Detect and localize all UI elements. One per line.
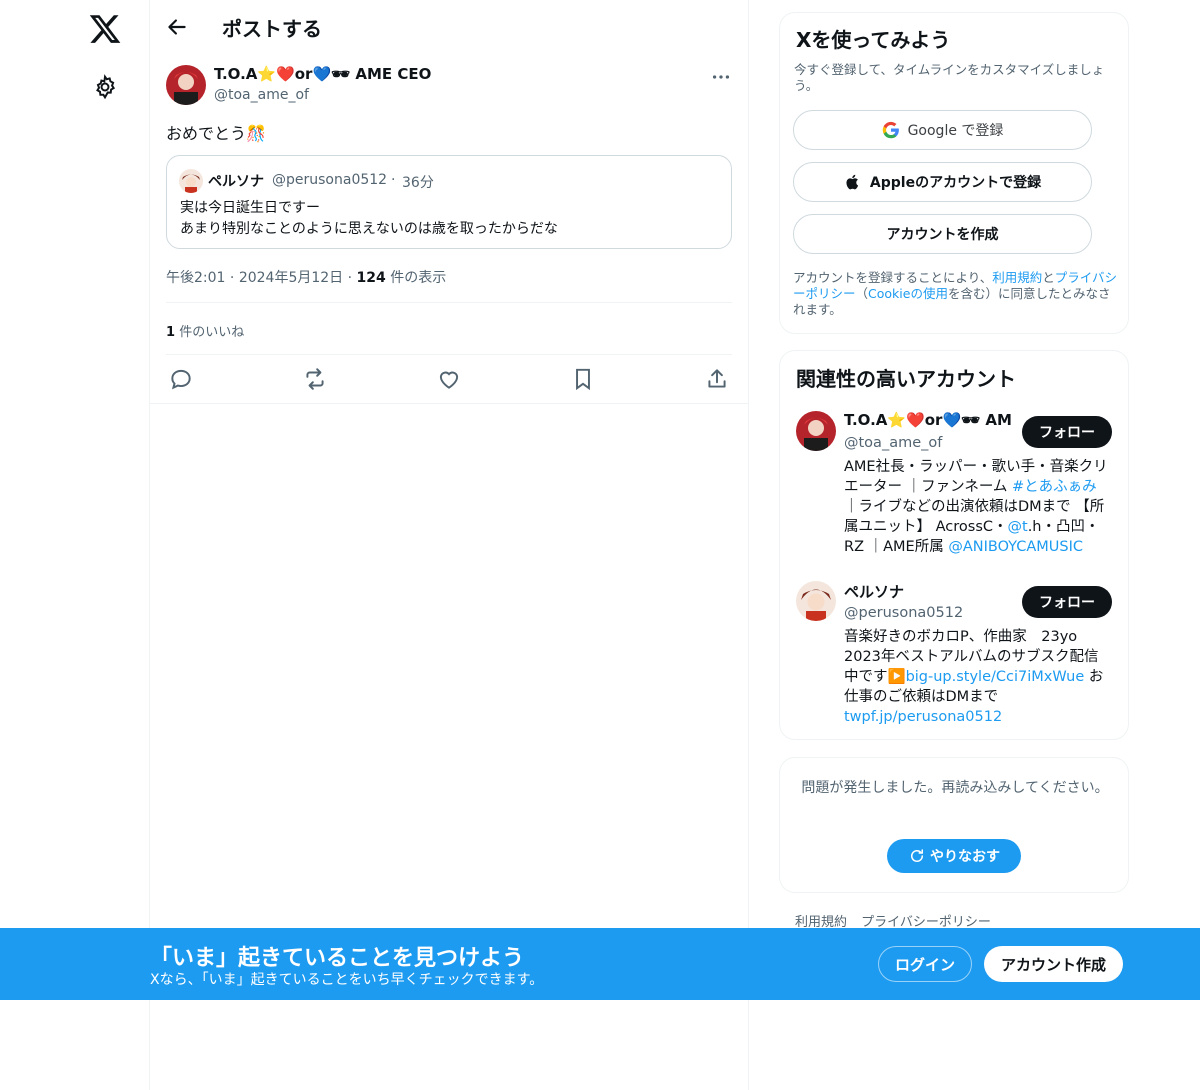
page-title: ポストする [222, 17, 322, 41]
create-account-label: アカウントを作成 [886, 227, 999, 243]
account-handle[interactable]: @perusona0512 [844, 605, 963, 621]
retry-button[interactable]: やりなおす [887, 839, 1021, 873]
separator: · [229, 270, 235, 286]
view-count: 124 [356, 270, 386, 286]
account-handle[interactable]: @toa_ame_of [844, 435, 942, 451]
share-icon[interactable] [704, 366, 730, 392]
signup-card: Xを使ってみよう 今すぐ登録して、タイムラインをカスタマイズしましょう。 Goo… [779, 12, 1129, 334]
post-meta: 午後2:01 · 2024年5月12日 · 124 件の表示 [166, 267, 446, 287]
signup-title: Xを使ってみよう [796, 28, 951, 52]
post-date[interactable]: 2024年5月12日 [239, 270, 343, 286]
apple-icon [846, 174, 859, 190]
bio-link[interactable]: twpf.jp/perusona0512 [844, 709, 1002, 725]
cookie-link[interactable]: Cookieの使用 [868, 286, 948, 301]
signup-banner: 「いま」起きていることを見つけよう Xなら、「いま」起きていることをいち早くチェ… [0, 928, 1200, 1000]
account-name[interactable]: ペルソナ [844, 581, 1012, 602]
related-title: 関連性の高いアカウント [796, 367, 1016, 391]
account-bio: 音楽好きのボカロP、作曲家 23yo 2023年ベストアルバムのサブスク配信中で… [844, 627, 1109, 727]
reply-icon[interactable] [168, 366, 194, 392]
likes-summary[interactable]: 1 件のいいね [166, 321, 244, 340]
related-accounts-card: 関連性の高いアカウント T.O.A⭐❤️or💙🕶 AME CEO @toa_am… [779, 350, 1129, 740]
view-label: 件の表示 [390, 270, 447, 286]
google-icon [882, 121, 899, 139]
account-item[interactable]: T.O.A⭐❤️or💙🕶 AME CEO @toa_ame_of フォロー AM… [796, 411, 1114, 571]
left-nav [0, 0, 150, 1090]
mention-link[interactable]: @ANIBOYCAMUSIC [948, 539, 1083, 555]
author-name[interactable]: T.O.A⭐❤️or💙🕶 AME CEO [214, 65, 431, 83]
mention-link[interactable]: @t [1008, 519, 1028, 535]
post-time[interactable]: 午後2:01 [166, 270, 225, 286]
back-arrow-icon[interactable] [164, 14, 190, 40]
terms-text: アカウントを登録することにより、利用規約とプライバシーポリシー（Cookieの使… [793, 270, 1119, 318]
divider [166, 302, 732, 303]
google-signup-button[interactable]: Google で登録 [793, 110, 1092, 150]
page-header: ポストする [150, 0, 749, 54]
divider [150, 403, 749, 404]
error-card: 問題が発生しました。再読み込みしてください。 やりなおす [779, 757, 1129, 893]
hashtag-link[interactable]: #とあふぁみ [1012, 479, 1097, 495]
quote-author-name: ペルソナ [208, 174, 264, 190]
banner-title: 「いま」起きていることを見つけよう [150, 946, 525, 971]
author-handle[interactable]: @toa_ame_of [214, 87, 309, 103]
gear-icon[interactable] [92, 74, 118, 100]
retry-label: やりなおす [930, 849, 1000, 865]
repost-icon[interactable] [302, 366, 328, 392]
avatar[interactable] [796, 411, 836, 451]
quoted-post[interactable]: ペルソナ @perusona0512 · 36分 実は今日誕生日ですー あまり特… [166, 155, 732, 249]
terms-and: と [1042, 270, 1055, 285]
quote-time: 36分 [402, 175, 434, 191]
terms-prefix: アカウントを登録することにより、 [793, 270, 993, 285]
more-icon[interactable] [710, 66, 732, 88]
follow-button[interactable]: フォロー [1022, 586, 1112, 618]
terms-paren: （ [855, 286, 869, 301]
like-icon[interactable] [436, 366, 462, 392]
apple-signup-label: Appleのアカウントで登録 [869, 175, 1042, 191]
terms-link[interactable]: 利用規約 [992, 270, 1042, 285]
divider [166, 354, 732, 355]
likes-count: 1 [166, 325, 176, 340]
bookmark-icon[interactable] [570, 366, 596, 392]
account-name[interactable]: T.O.A⭐❤️or💙🕶 AME CEO [844, 411, 1012, 429]
follow-button[interactable]: フォロー [1022, 416, 1112, 448]
post-actions [166, 366, 732, 394]
google-signup-label: Google で登録 [907, 123, 1004, 139]
separator: · [347, 270, 353, 286]
signup-subtitle: 今すぐ登録して、タイムラインをカスタマイズしましょう。 [794, 62, 1105, 93]
create-account-button[interactable]: アカウントを作成 [793, 214, 1092, 254]
banner-signup-button[interactable]: アカウント作成 [984, 946, 1123, 982]
apple-signup-button[interactable]: Appleのアカウントで登録 [793, 162, 1092, 202]
banner-subtitle: Xなら、「いま」起きていることをいち早くチェックできます。 [150, 972, 544, 988]
avatar[interactable] [166, 65, 206, 105]
error-message: 問題が発生しました。再読み込みしてください。 [801, 780, 1109, 796]
quote-text-line: 実は今日誕生日ですー [180, 200, 320, 216]
separator: · [391, 172, 396, 188]
bio-link[interactable]: big-up.style/Cci7iMxWue [906, 669, 1085, 685]
login-button[interactable]: ログイン [878, 946, 972, 982]
account-item[interactable]: ペルソナ @perusona0512 フォロー 音楽好きのボカロP、作曲家 23… [796, 581, 1114, 731]
account-bio: AME社長・ラッパー・歌い手・音楽クリエーター ｜ファンネーム #とあふぁみ｜ラ… [844, 457, 1109, 557]
refresh-icon [911, 849, 923, 862]
post-text: おめでとう🎊 [166, 124, 266, 143]
quote-author-handle: @perusona0512 [272, 172, 388, 188]
avatar [179, 169, 203, 193]
main-column: ポストする T.O.A⭐❤️or💙🕶 AME CEO @toa_ame_of お… [150, 0, 749, 1090]
avatar[interactable] [796, 581, 836, 621]
x-logo-icon[interactable] [88, 12, 122, 46]
quote-text-line: あまり特別なことのように思えないのは歳を取ったからだな [180, 221, 558, 237]
likes-label: 件のいいね [179, 325, 245, 340]
